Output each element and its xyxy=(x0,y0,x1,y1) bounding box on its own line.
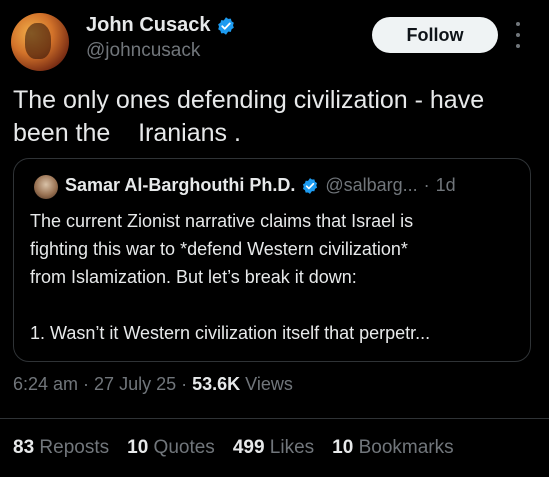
tweet-time[interactable]: 6:24 am xyxy=(13,374,78,395)
reposts-label: Reposts xyxy=(39,437,110,458)
quotes-stat[interactable]: 10 Quotes xyxy=(127,437,215,459)
quotes-count: 10 xyxy=(127,437,149,458)
quoted-time-separator: · xyxy=(423,175,430,195)
author-avatar[interactable] xyxy=(11,13,69,71)
quoted-text-line: from Islamization. But let’s break it do… xyxy=(30,267,357,287)
views-label: Views xyxy=(245,374,293,394)
quoted-author-avatar xyxy=(34,175,58,199)
verified-badge-icon xyxy=(303,177,318,194)
engagement-stats: 83 Reposts 10 Quotes 499 Likes 10 Bookma… xyxy=(13,437,454,459)
reposts-stat[interactable]: 83 Reposts xyxy=(13,437,109,459)
quoted-author-name: Samar Al-Barghouthi Ph.D. xyxy=(65,175,296,195)
tweet-date[interactable]: 27 July 25 xyxy=(94,374,176,395)
bookmarks-count: 10 xyxy=(332,437,354,458)
quoted-text-line: The current Zionist narrative claims tha… xyxy=(30,211,414,231)
quoted-tweet-text: The current Zionist narrative claims tha… xyxy=(30,207,520,347)
author-handle[interactable]: @johncusack xyxy=(86,40,200,62)
quoted-text-line: fighting this war to *defend Western civ… xyxy=(30,239,408,259)
quoted-text-line: 1. Wasn’t it Western civilization itself… xyxy=(30,323,431,343)
more-options-icon[interactable] xyxy=(511,22,525,48)
quoted-tweet-header: Samar Al-Barghouthi Ph.D. @salbarg... · … xyxy=(65,175,456,196)
verified-badge-icon xyxy=(218,16,235,35)
divider xyxy=(0,418,549,419)
views-count: 53.6K xyxy=(192,374,241,394)
bookmarks-stat[interactable]: 10 Bookmarks xyxy=(332,437,453,459)
follow-button[interactable]: Follow xyxy=(372,17,498,53)
tweet-line: The only ones defending civilization - h… xyxy=(13,86,485,114)
meta-separator: · xyxy=(78,374,95,394)
tweet-line: been the Iranians . xyxy=(13,119,241,147)
quoted-tweet-card[interactable]: Samar Al-Barghouthi Ph.D. @salbarg... · … xyxy=(13,158,531,362)
tweet-text: The only ones defending civilization - h… xyxy=(13,84,533,150)
reposts-count: 83 xyxy=(13,437,35,458)
author-name[interactable]: John Cusack xyxy=(86,14,210,37)
quoted-author-handle: @salbarg... xyxy=(325,175,418,195)
author-name-row[interactable]: John Cusack xyxy=(86,14,236,37)
quoted-text-spacer xyxy=(30,291,520,319)
quoted-tweet-time: 1d xyxy=(435,175,456,195)
likes-count: 499 xyxy=(232,437,265,458)
quotes-label: Quotes xyxy=(153,437,215,458)
likes-label: Likes xyxy=(269,437,315,458)
meta-separator: · xyxy=(176,374,193,394)
tweet-meta: 6:24 am · 27 July 25 · 53.6K Views xyxy=(13,374,293,395)
bookmarks-label: Bookmarks xyxy=(358,437,454,458)
likes-stat[interactable]: 499 Likes xyxy=(233,437,314,459)
